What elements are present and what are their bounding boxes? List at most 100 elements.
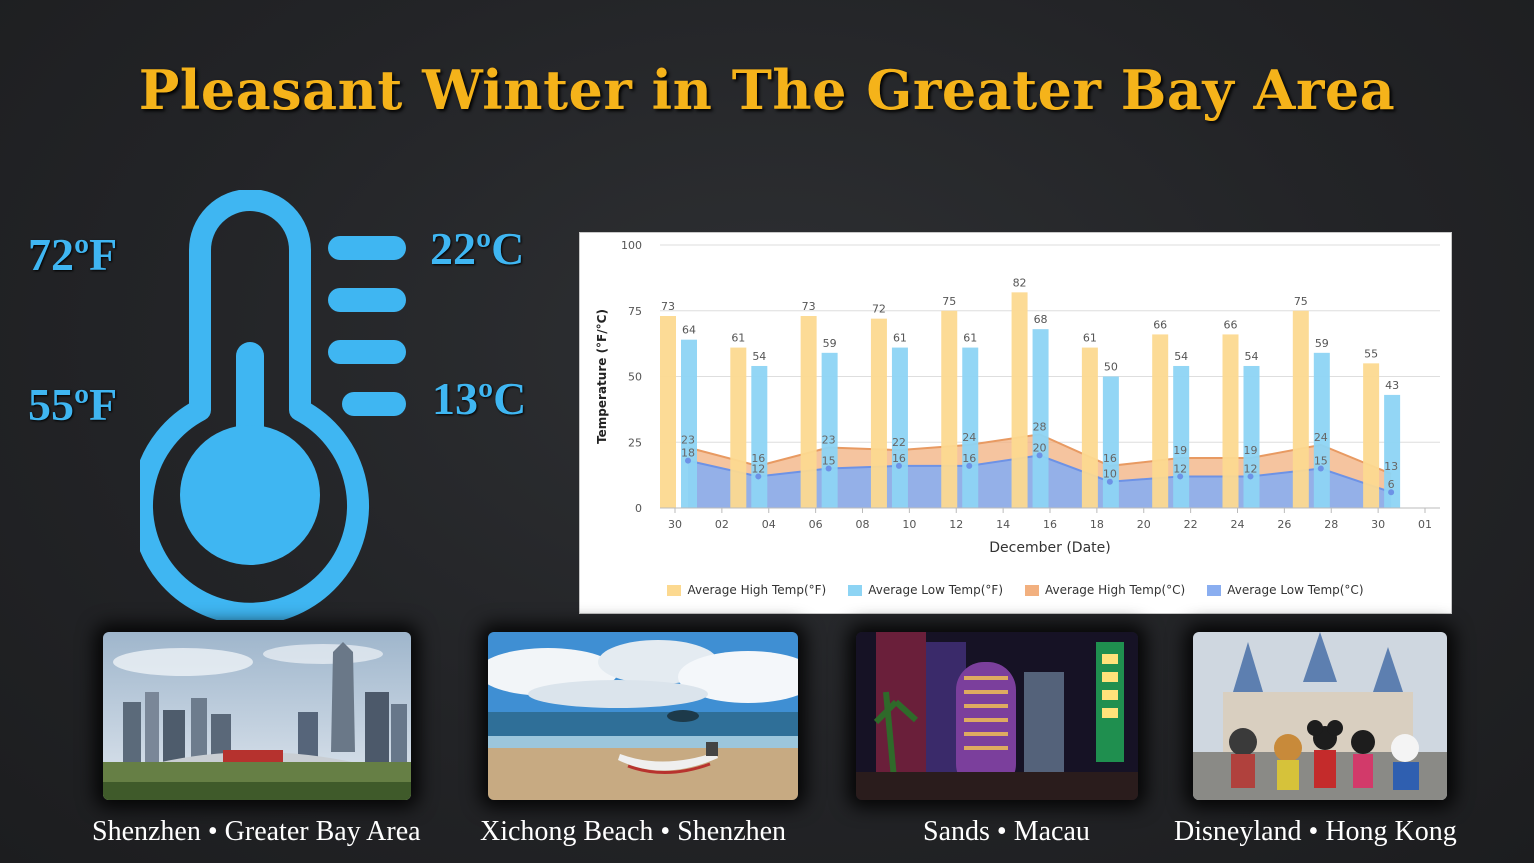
data-label-high-f: 61 xyxy=(1083,332,1097,345)
caption-disneyland: Disneyland • Hong Kong xyxy=(1174,816,1457,847)
data-label-high-f: 82 xyxy=(1013,276,1027,289)
bar-high-fahrenheit xyxy=(1292,310,1309,508)
data-label-high-c: 22 xyxy=(892,436,906,449)
low-temp-fahrenheit: 55ºF xyxy=(28,379,118,430)
bar-low-fahrenheit xyxy=(1102,376,1119,508)
bar-low-fahrenheit xyxy=(1032,329,1049,508)
data-label-high-c: 19 xyxy=(1173,444,1187,457)
data-label-low-c: 12 xyxy=(751,462,765,475)
bar-high-fahrenheit xyxy=(1152,334,1169,508)
data-label-high-c: 28 xyxy=(1033,420,1047,433)
bar-high-fahrenheit xyxy=(941,310,958,508)
bar-low-fahrenheit xyxy=(891,347,908,508)
bar-high-fahrenheit xyxy=(800,316,817,508)
data-label-low-c: 10 xyxy=(1103,468,1117,481)
high-temp-fahrenheit: 72ºF xyxy=(28,229,118,280)
x-tick-label: 22 xyxy=(1184,518,1198,531)
x-tick-label: 30 xyxy=(1371,518,1385,531)
data-label-low-c: 15 xyxy=(1314,455,1328,468)
legend-swatch-low-f xyxy=(848,584,863,596)
data-label-high-f: 66 xyxy=(1224,318,1238,331)
legend-high-f[interactable]: Average High Temp(°F) xyxy=(667,583,826,597)
data-label-high-f: 75 xyxy=(942,295,956,308)
bar-high-fahrenheit xyxy=(730,347,747,508)
x-tick-label: 06 xyxy=(809,518,823,531)
legend-low-c[interactable]: Average Low Temp(°C) xyxy=(1207,583,1364,597)
data-label-high-f: 73 xyxy=(802,300,816,313)
data-label-low-c: 6 xyxy=(1388,478,1395,491)
y-tick-label: 25 xyxy=(628,436,642,449)
bar-high-fahrenheit xyxy=(1222,334,1239,508)
x-tick-label: 12 xyxy=(949,518,963,531)
x-axis-title: December (Date) xyxy=(989,540,1110,556)
bar-low-fahrenheit xyxy=(1173,365,1190,508)
y-axis-title: Temperature (°F/°C) xyxy=(595,309,609,444)
data-label-high-f: 61 xyxy=(731,332,745,345)
data-label-high-f: 73 xyxy=(661,300,675,313)
x-tick-label: 10 xyxy=(902,518,916,531)
data-label-low-f: 54 xyxy=(1245,350,1259,363)
bar-high-fahrenheit xyxy=(1363,363,1380,508)
x-tick-label: 24 xyxy=(1231,518,1245,531)
x-tick-label: 04 xyxy=(762,518,776,531)
legend-swatch-low-c xyxy=(1207,584,1222,596)
data-label-high-c: 16 xyxy=(1103,452,1117,465)
data-label-high-f: 75 xyxy=(1294,295,1308,308)
legend-low-f[interactable]: Average Low Temp(°F) xyxy=(848,583,1003,597)
data-label-low-f: 50 xyxy=(1104,361,1118,374)
data-label-low-f: 59 xyxy=(1315,337,1329,350)
data-label-high-f: 72 xyxy=(872,303,886,316)
x-tick-label: 08 xyxy=(856,518,870,531)
legend-swatch-high-f xyxy=(667,584,682,596)
bar-high-fahrenheit xyxy=(1081,347,1098,508)
y-tick-label: 75 xyxy=(628,305,642,318)
data-label-high-c: 23 xyxy=(822,434,836,447)
bar-high-fahrenheit xyxy=(870,318,887,508)
data-label-low-c: 15 xyxy=(822,455,836,468)
caption-sands-macau: Sands • Macau xyxy=(923,816,1090,847)
y-tick-label: 100 xyxy=(621,239,642,252)
data-label-low-f: 54 xyxy=(1174,350,1188,363)
data-label-low-f: 68 xyxy=(1034,313,1048,326)
temperature-chart: 73 64 23 18 61 54 16 12 73 59 23 15 72 61 22 16 75 61 24 16… xyxy=(579,232,1452,614)
bar-high-fahrenheit xyxy=(1011,292,1028,508)
data-label-low-c: 16 xyxy=(892,452,906,465)
data-label-low-f: 54 xyxy=(752,350,766,363)
x-tick-label: 18 xyxy=(1090,518,1104,531)
high-temp-celsius: 22ºC xyxy=(430,223,525,274)
photo-sands-macau xyxy=(856,632,1138,800)
legend-high-c[interactable]: Average High Temp(°C) xyxy=(1025,583,1185,597)
x-tick-label: 26 xyxy=(1277,518,1291,531)
x-tick-label: 01 xyxy=(1418,518,1432,531)
bar-low-fahrenheit xyxy=(962,347,979,508)
legend-label-high-f: Average High Temp(°F) xyxy=(687,583,827,597)
bar-high-fahrenheit xyxy=(660,316,676,508)
x-tick-label: 28 xyxy=(1324,518,1338,531)
legend-label-low-f: Average Low Temp(°F) xyxy=(868,583,1004,597)
y-tick-label: 50 xyxy=(628,371,642,384)
data-label-low-f: 59 xyxy=(823,337,837,350)
data-label-low-f: 61 xyxy=(963,332,977,345)
data-label-low-c: 20 xyxy=(1033,441,1047,454)
data-label-low-c: 16 xyxy=(962,452,976,465)
data-label-high-f: 55 xyxy=(1364,347,1378,360)
data-label-low-f: 43 xyxy=(1385,379,1399,392)
bar-low-fahrenheit xyxy=(1243,365,1260,508)
legend-label-high-c: Average High Temp(°C) xyxy=(1045,583,1186,597)
low-temp-celsius: 13ºC xyxy=(432,373,527,424)
data-label-high-c: 24 xyxy=(962,431,976,444)
data-label-low-c: 18 xyxy=(681,447,695,460)
x-tick-label: 02 xyxy=(715,518,729,531)
legend-label-low-c: Average Low Temp(°C) xyxy=(1227,583,1364,597)
caption-shenzhen: Shenzhen • Greater Bay Area xyxy=(92,816,421,847)
bar-low-fahrenheit xyxy=(821,352,838,508)
data-label-high-f: 66 xyxy=(1153,318,1167,331)
photo-xichong-beach xyxy=(488,632,798,800)
data-label-low-f: 64 xyxy=(682,324,696,337)
data-label-low-c: 12 xyxy=(1173,462,1187,475)
data-label-low-c: 12 xyxy=(1244,462,1258,475)
data-label-low-f: 61 xyxy=(893,332,907,345)
bar-low-fahrenheit xyxy=(681,339,697,508)
chart-plot: 7364231861541612735923157261221675612416… xyxy=(595,239,1440,556)
data-label-high-c: 13 xyxy=(1384,460,1398,473)
